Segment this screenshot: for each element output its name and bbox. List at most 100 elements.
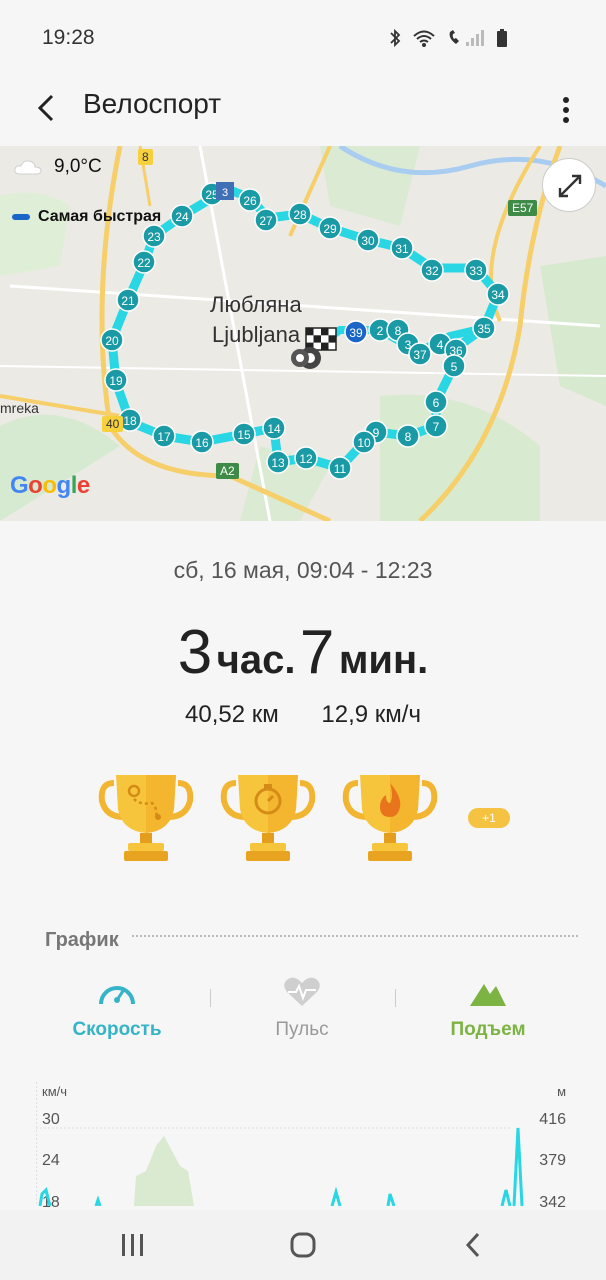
elevation-area <box>134 1136 194 1206</box>
svg-text:35: 35 <box>477 322 491 336</box>
map-label-mreka: mreka <box>0 400 39 416</box>
svg-text:19: 19 <box>109 374 123 388</box>
fastest-legend: Самая быстрая <box>12 208 161 226</box>
hours-value: 3 <box>177 618 213 687</box>
page-title: Велоспорт <box>83 88 222 119</box>
tab-speed[interactable]: Скорость <box>27 976 207 1041</box>
speed-line <box>38 1127 524 1206</box>
svg-text:24: 24 <box>175 210 189 224</box>
tab-heart-rate-label: Пульс <box>275 1019 329 1040</box>
svg-text:2: 2 <box>377 324 384 338</box>
svg-text:29: 29 <box>323 222 337 236</box>
flame-trophy-icon[interactable] <box>342 769 438 865</box>
svg-text:22: 22 <box>137 256 151 270</box>
fastest-swatch <box>12 214 30 220</box>
svg-text:31: 31 <box>395 242 409 256</box>
city-name-ru: Любляна <box>210 292 302 317</box>
svg-text:5: 5 <box>451 360 458 374</box>
nav-back-button[interactable] <box>454 1230 494 1260</box>
temperature-label: 9,0°C <box>54 156 102 177</box>
svg-text:15: 15 <box>237 428 251 442</box>
heart-rate-icon <box>284 977 320 1006</box>
back-button[interactable] <box>28 88 68 128</box>
road-badge-a2: A2 <box>216 463 239 479</box>
svg-text:12: 12 <box>299 452 313 466</box>
svg-text:30: 30 <box>361 234 375 248</box>
svg-text:17: 17 <box>157 430 171 444</box>
svg-text:34: 34 <box>491 288 505 302</box>
mountain-icon <box>470 984 506 1006</box>
section-divider <box>132 935 578 937</box>
road-badge-e57: E57 <box>508 200 538 216</box>
road-badge-40: 40 <box>102 416 124 432</box>
battery-icon <box>497 29 507 47</box>
tab-elevation[interactable]: Подъем <box>398 976 578 1041</box>
chevron-left-icon <box>465 1232 480 1258</box>
workout-stats: 40,52 км 12,9 км/ч <box>0 701 606 729</box>
call-signal-icon <box>449 30 484 46</box>
svg-text:28: 28 <box>293 208 307 222</box>
arrow-left-icon <box>37 94 54 122</box>
road-badge-8: 8 <box>138 149 153 165</box>
fastest-legend-label: Самая быстрая <box>38 208 162 225</box>
svg-text:13: 13 <box>271 456 285 470</box>
svg-text:6: 6 <box>433 396 440 410</box>
workout-date-range: сб, 16 мая, 09:04 - 12:23 <box>173 557 433 583</box>
status-time: 19:28 <box>42 26 95 49</box>
tab-elevation-label: Подъем <box>450 1019 526 1040</box>
graph-section-title: График <box>45 929 119 951</box>
app-bar: Велоспорт <box>0 76 606 146</box>
speed-elevation-chart[interactable]: км/ч м 30 24 18 416 379 342 <box>36 1076 576 1211</box>
svg-text:10: 10 <box>357 436 371 450</box>
weather-info: 9,0°C <box>14 156 102 178</box>
recent-apps-button[interactable] <box>112 1230 152 1260</box>
svg-text:3: 3 <box>222 187 228 199</box>
svg-text:20: 20 <box>105 334 119 348</box>
stopwatch-trophy-icon[interactable] <box>220 769 316 865</box>
expand-icon <box>558 174 582 198</box>
svg-text:23: 23 <box>147 230 161 244</box>
status-bar: 19:28 <box>0 0 606 76</box>
route-map[interactable]: 2 8 3 37 4 36 5 6 7 8 9 10 11 12 13 14 1… <box>0 146 606 521</box>
minutes-value: 7 <box>299 618 335 687</box>
route-trophy-icon[interactable] <box>98 769 194 865</box>
more-vertical-icon <box>563 97 569 123</box>
system-nav-bar <box>0 1210 606 1280</box>
svg-text:14: 14 <box>267 422 281 436</box>
svg-text:26: 26 <box>243 194 257 208</box>
tab-divider <box>210 989 211 1007</box>
svg-text:18: 18 <box>123 414 137 428</box>
distance-value: 40,52 км <box>185 701 279 728</box>
finish-flag-icon <box>305 327 337 351</box>
svg-text:27: 27 <box>259 214 273 228</box>
city-name-latin: Ljubljana <box>212 322 301 347</box>
svg-text:4: 4 <box>437 338 444 352</box>
more-awards-badge[interactable]: +1 <box>468 808 510 828</box>
speedometer-icon <box>99 986 135 1005</box>
avg-speed-value: 12,9 км/ч <box>321 701 421 728</box>
hours-unit: час. <box>216 638 296 682</box>
workout-duration: 3 час. 7 мин. <box>0 617 606 688</box>
home-icon <box>290 1232 316 1258</box>
svg-text:7: 7 <box>433 420 440 434</box>
google-logo: Google <box>10 472 90 499</box>
tab-heart-rate[interactable]: Пульс <box>212 976 392 1041</box>
recent-apps-icon <box>122 1234 143 1256</box>
svg-text:37: 37 <box>413 348 427 362</box>
cloud-icon <box>14 160 42 175</box>
start-marker-icon <box>291 347 321 369</box>
svg-text:11: 11 <box>334 462 347 476</box>
workout-details: сб, 16 мая, 09:04 - 12:23 3 час. 7 мин. … <box>0 521 606 1211</box>
home-button[interactable] <box>283 1230 323 1260</box>
svg-text:33: 33 <box>469 264 483 278</box>
bluetooth-icon <box>390 28 401 48</box>
more-options-button[interactable] <box>556 90 576 130</box>
expand-map-button[interactable] <box>542 158 596 212</box>
svg-text:16: 16 <box>195 436 209 450</box>
svg-text:21: 21 <box>121 294 135 308</box>
status-icons <box>388 28 508 48</box>
svg-text:8: 8 <box>405 430 412 444</box>
svg-text:32: 32 <box>425 264 439 278</box>
svg-text:39: 39 <box>349 326 363 340</box>
wifi-icon <box>413 30 435 47</box>
